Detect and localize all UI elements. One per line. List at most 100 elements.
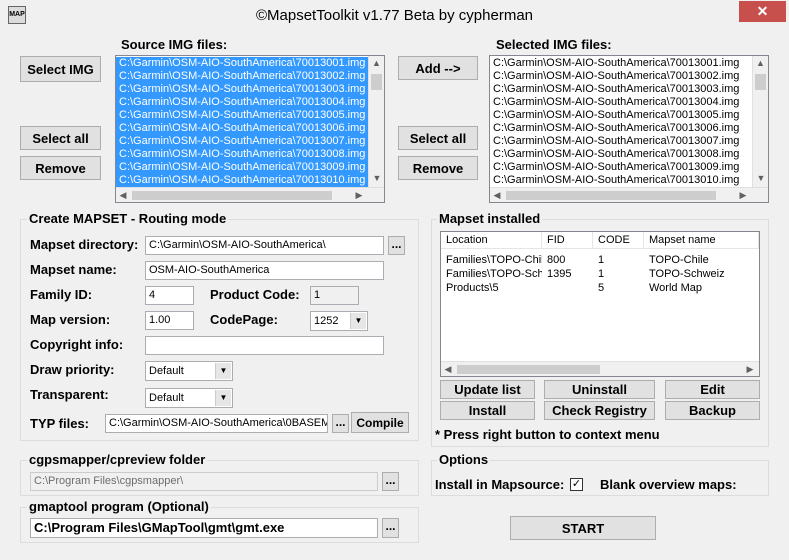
map-version-label: Map version: <box>30 312 111 327</box>
list-item[interactable]: C:\Garmin\OSM-AIO-SouthAmerica\70013004.… <box>116 96 368 109</box>
installed-list-view[interactable]: Location FID CODE Mapset name Families\T… <box>440 231 760 377</box>
selected-select-all-button[interactable]: Select all <box>398 126 478 150</box>
table-row[interactable]: Products\5 5 World Map <box>441 281 759 295</box>
typ-files-input[interactable]: C:\Garmin\OSM-AIO-SouthAmerica\0BASEMAP.… <box>105 414 328 433</box>
selected-vscroll[interactable]: ▲ ▼ <box>752 56 768 187</box>
cgps-group-title: cgpsmapper/cpreview folder <box>27 452 208 467</box>
check-registry-button[interactable]: Check Registry <box>544 401 655 420</box>
selected-remove-button[interactable]: Remove <box>398 156 478 180</box>
list-item[interactable]: C:\Garmin\OSM-AIO-SouthAmerica\70013002.… <box>490 70 752 83</box>
scroll-down-icon[interactable]: ▼ <box>369 171 384 185</box>
column-header[interactable]: Location <box>441 232 542 248</box>
scroll-thumb[interactable] <box>132 191 332 200</box>
install-mapsource-checkbox[interactable]: ✓ <box>570 478 583 491</box>
compile-button[interactable]: Compile <box>351 412 409 433</box>
start-button[interactable]: START <box>510 516 656 540</box>
column-header[interactable]: CODE <box>593 232 644 248</box>
chevron-down-icon[interactable]: ▼ <box>350 313 366 329</box>
uninstall-button[interactable]: Uninstall <box>544 380 655 399</box>
scroll-up-icon[interactable]: ▲ <box>369 56 384 70</box>
cell-mapset-name: TOPO-Chile <box>649 254 709 266</box>
gmaptool-browse-button[interactable]: ... <box>382 518 399 538</box>
close-button[interactable]: ✕ <box>739 1 786 22</box>
list-item[interactable]: C:\Garmin\OSM-AIO-SouthAmerica\70013002.… <box>116 70 368 83</box>
scroll-down-icon[interactable]: ▼ <box>753 171 768 185</box>
cgps-path-input[interactable]: C:\Program Files\cgpsmapper\ <box>30 472 378 491</box>
transparent-value: Default <box>149 392 184 404</box>
column-header[interactable]: Mapset name <box>644 232 759 248</box>
list-item[interactable]: C:\Garmin\OSM-AIO-SouthAmerica\70013009.… <box>116 161 368 174</box>
list-item[interactable]: C:\Garmin\OSM-AIO-SouthAmerica\70013008.… <box>116 148 368 161</box>
scroll-left-icon[interactable]: ◀ <box>490 188 504 202</box>
install-button[interactable]: Install <box>440 401 535 420</box>
scroll-thumb[interactable] <box>506 191 716 200</box>
table-row[interactable]: Families\TOPO-Chile 800 1 TOPO-Chile <box>441 253 759 267</box>
list-item[interactable]: C:\Garmin\OSM-AIO-SouthAmerica\70013009.… <box>490 161 752 174</box>
selected-file-list[interactable]: C:\Garmin\OSM-AIO-SouthAmerica\70013001.… <box>489 55 769 203</box>
mapset-name-input[interactable]: OSM-AIO-SouthAmerica <box>145 261 384 280</box>
list-item[interactable]: C:\Garmin\OSM-AIO-SouthAmerica\70013006.… <box>116 122 368 135</box>
column-header[interactable]: FID <box>542 232 593 248</box>
chevron-down-icon[interactable]: ▼ <box>215 363 231 379</box>
list-item[interactable]: C:\Garmin\OSM-AIO-SouthAmerica\70013007.… <box>490 135 752 148</box>
scroll-right-icon[interactable]: ▶ <box>352 188 366 202</box>
list-item[interactable]: C:\Garmin\OSM-AIO-SouthAmerica\70013005.… <box>490 109 752 122</box>
update-list-button[interactable]: Update list <box>440 380 535 399</box>
scroll-thumb[interactable] <box>371 74 382 90</box>
scroll-left-icon[interactable]: ◀ <box>441 362 455 376</box>
install-mapsource-label: Install in Mapsource: <box>435 477 565 492</box>
list-item[interactable]: C:\Garmin\OSM-AIO-SouthAmerica\70013006.… <box>490 122 752 135</box>
list-item[interactable]: C:\Garmin\OSM-AIO-SouthAmerica\70013001.… <box>116 57 368 70</box>
list-item[interactable]: C:\Garmin\OSM-AIO-SouthAmerica\70013003.… <box>490 83 752 96</box>
selected-hscroll[interactable]: ◀ ▶ <box>490 187 768 202</box>
source-remove-button[interactable]: Remove <box>20 156 101 180</box>
cell-location: Families\TOPO-Schweiz <box>446 268 542 280</box>
edit-button[interactable]: Edit <box>665 380 760 399</box>
select-img-button[interactable]: Select IMG <box>20 56 101 82</box>
codepage-label: CodePage: <box>210 312 278 327</box>
scroll-right-icon[interactable]: ▶ <box>743 362 757 376</box>
scroll-left-icon[interactable]: ◀ <box>116 188 130 202</box>
scroll-up-icon[interactable]: ▲ <box>753 56 768 70</box>
chevron-down-icon[interactable]: ▼ <box>215 390 231 406</box>
mapset-directory-browse-button[interactable]: ... <box>388 236 405 255</box>
scroll-right-icon[interactable]: ▶ <box>736 188 750 202</box>
mapset-group-title: Create MAPSET - Routing mode <box>27 211 229 226</box>
list-item[interactable]: C:\Garmin\OSM-AIO-SouthAmerica\70013010.… <box>490 174 752 187</box>
add-button[interactable]: Add --> <box>398 56 478 80</box>
family-id-label: Family ID: <box>30 287 93 302</box>
installed-hscroll[interactable]: ◀ ▶ <box>441 361 759 376</box>
family-id-input[interactable]: 4 <box>145 286 194 305</box>
transparent-select[interactable]: Default ▼ <box>145 388 233 408</box>
backup-button[interactable]: Backup <box>665 401 760 420</box>
cell-fid <box>542 281 593 295</box>
source-hscroll[interactable]: ◀ ▶ <box>116 187 384 202</box>
mapset-name-label: Mapset name: <box>30 262 117 277</box>
source-file-list[interactable]: C:\Garmin\OSM-AIO-SouthAmerica\70013001.… <box>115 55 385 203</box>
list-item[interactable]: C:\Garmin\OSM-AIO-SouthAmerica\70013004.… <box>490 96 752 109</box>
product-code-input[interactable]: 1 <box>310 286 359 305</box>
cgps-browse-button[interactable]: ... <box>382 472 399 491</box>
table-row[interactable]: Families\TOPO-Schweiz 1395 1 TOPO-Schwei… <box>441 267 759 281</box>
gmaptool-path-input[interactable]: C:\Program Files\GMapTool\gmt\gmt.exe <box>30 518 378 538</box>
scroll-thumb[interactable] <box>457 365 600 374</box>
map-version-input[interactable]: 1.00 <box>145 311 194 330</box>
copyright-input[interactable] <box>145 336 384 355</box>
mapset-directory-input[interactable]: C:\Garmin\OSM-AIO-SouthAmerica\ <box>145 236 384 255</box>
list-item[interactable]: C:\Garmin\OSM-AIO-SouthAmerica\70013001.… <box>490 57 752 70</box>
list-item[interactable]: C:\Garmin\OSM-AIO-SouthAmerica\70013005.… <box>116 109 368 122</box>
installed-group-title: Mapset installed <box>437 211 543 226</box>
typ-files-browse-button[interactable]: ... <box>332 414 349 433</box>
list-item[interactable]: C:\Garmin\OSM-AIO-SouthAmerica\70013010.… <box>116 174 368 187</box>
draw-priority-select[interactable]: Default ▼ <box>145 361 233 381</box>
scroll-thumb[interactable] <box>755 74 766 90</box>
source-label: Source IMG files: <box>121 37 228 52</box>
codepage-value: 1252 <box>314 315 339 327</box>
gmaptool-group-title: gmaptool program (Optional) <box>27 499 211 514</box>
source-select-all-button[interactable]: Select all <box>20 126 101 150</box>
list-item[interactable]: C:\Garmin\OSM-AIO-SouthAmerica\70013008.… <box>490 148 752 161</box>
codepage-select[interactable]: 1252 ▼ <box>310 311 368 331</box>
list-item[interactable]: C:\Garmin\OSM-AIO-SouthAmerica\70013003.… <box>116 83 368 96</box>
list-item[interactable]: C:\Garmin\OSM-AIO-SouthAmerica\70013007.… <box>116 135 368 148</box>
source-vscroll[interactable]: ▲ ▼ <box>368 56 384 187</box>
